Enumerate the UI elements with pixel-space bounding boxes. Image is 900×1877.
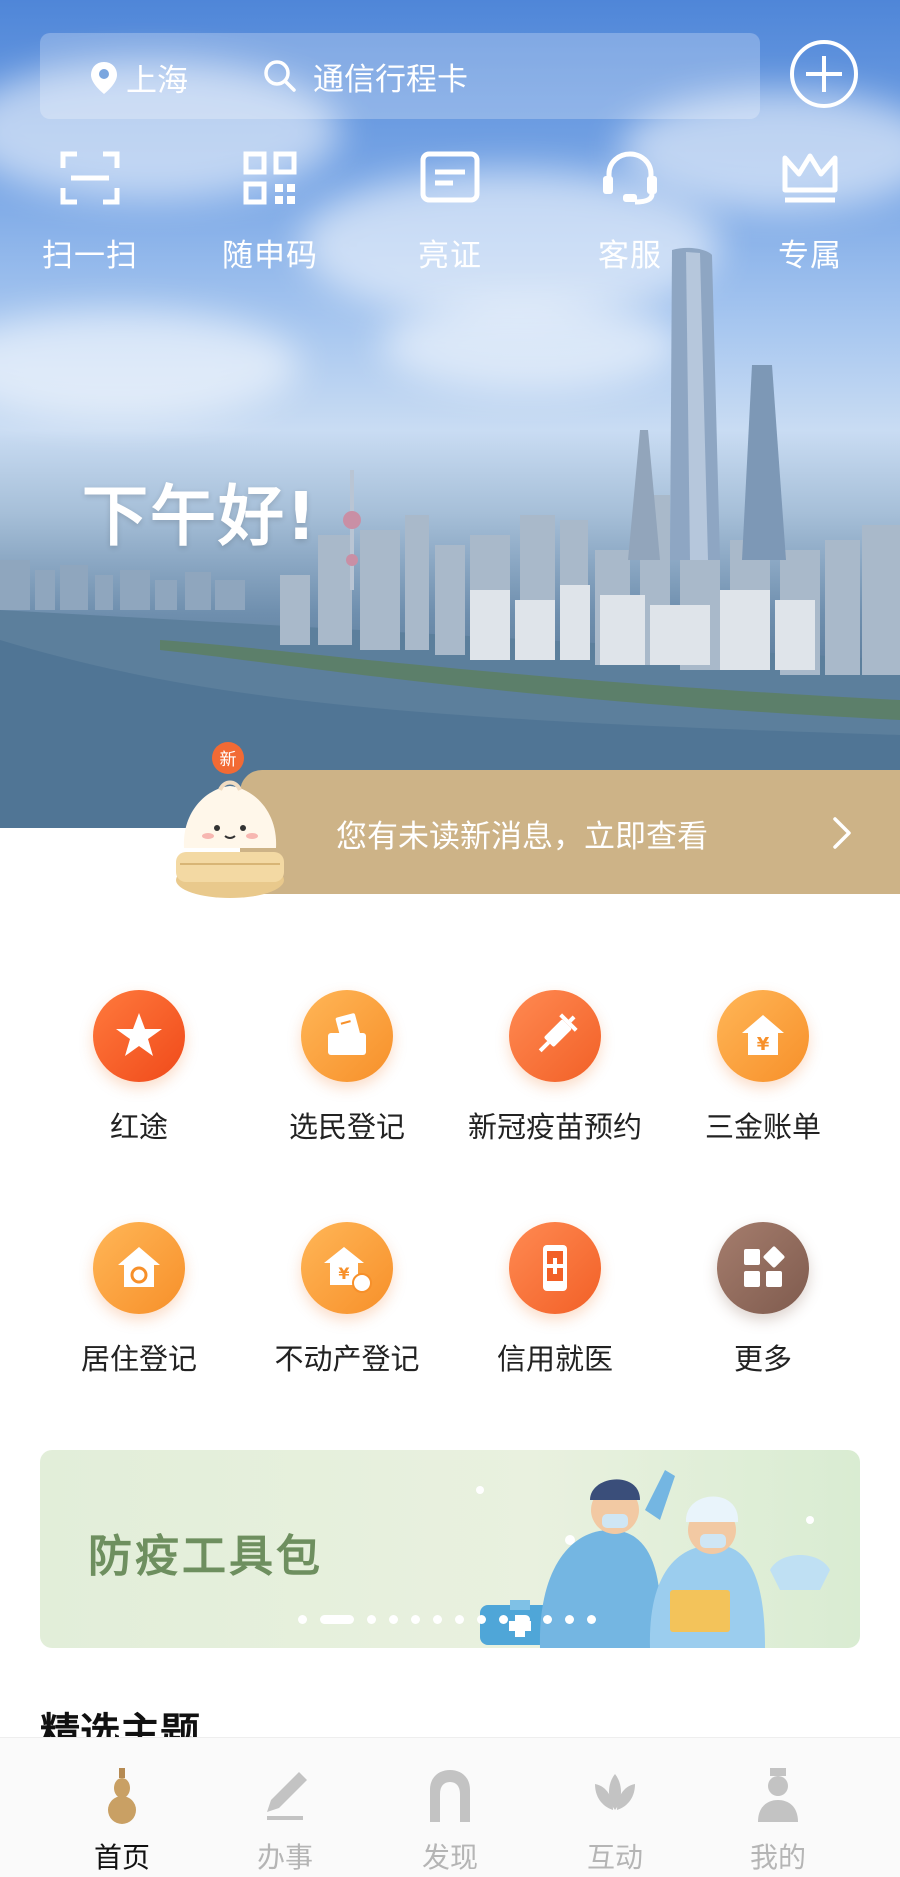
- city-skyline-image: [0, 247, 900, 828]
- carousel-dot[interactable]: [521, 1615, 530, 1624]
- service-more[interactable]: 更多: [659, 1222, 867, 1378]
- service-label: 新冠疫苗预约: [467, 1110, 642, 1144]
- quick-action-label: 客服: [598, 238, 662, 274]
- lotus-icon: [595, 1774, 635, 1810]
- tab-services[interactable]: 办事: [225, 1766, 345, 1876]
- quick-action-service[interactable]: 客服: [560, 150, 700, 275]
- service-label: 信用就医: [496, 1342, 613, 1376]
- tab-label: 我的: [749, 1841, 806, 1874]
- arch-icon: [430, 1770, 470, 1822]
- carousel-dot[interactable]: [587, 1615, 596, 1624]
- scan-icon: [60, 151, 120, 205]
- new-badge: 新: [220, 750, 237, 770]
- svg-text:¥: ¥: [757, 1034, 770, 1055]
- add-button[interactable]: [790, 40, 858, 108]
- property-icon: ¥: [324, 1247, 372, 1293]
- service-three-funds-bill[interactable]: ¥ 三金账单: [659, 990, 867, 1146]
- more-apps-icon: [744, 1246, 785, 1287]
- carousel-dot[interactable]: [411, 1615, 420, 1624]
- tab-label: 办事: [256, 1841, 313, 1874]
- service-label: 居住登记: [80, 1342, 197, 1376]
- svg-text:¥: ¥: [338, 1264, 349, 1283]
- carousel-indicator: [298, 1615, 596, 1624]
- search-placeholder: 通信行程卡: [313, 61, 468, 98]
- red-star-icon: [116, 1013, 162, 1056]
- service-real-estate-registration[interactable]: ¥ 不动产登记: [243, 1222, 451, 1378]
- tab-home[interactable]: 首页: [62, 1766, 182, 1876]
- tab-discover[interactable]: 发现: [390, 1766, 510, 1876]
- location-label: 上海: [126, 63, 188, 99]
- qr-code-icon: [243, 151, 297, 205]
- quick-action-qr[interactable]: 随申码: [200, 150, 340, 275]
- carousel-dot[interactable]: [565, 1615, 574, 1624]
- service-label: 选民登记: [288, 1110, 405, 1144]
- phone-medical-icon: [543, 1245, 567, 1291]
- greeting-text: 下午好!: [82, 478, 319, 555]
- bottom-tab-bar: 首页 办事 发现 互动 我的: [0, 1737, 900, 1877]
- service-vaccine-booking[interactable]: 新冠疫苗预约: [451, 990, 659, 1146]
- ballot-box-icon: [328, 1013, 366, 1055]
- quick-action-label: 亮证: [418, 238, 482, 274]
- location-selector[interactable]: 上海: [90, 55, 188, 100]
- carousel-dot[interactable]: [320, 1615, 354, 1624]
- carousel-dot[interactable]: [499, 1615, 508, 1624]
- chevron-right-icon: [833, 817, 851, 849]
- service-label: 三金账单: [704, 1110, 821, 1144]
- tab-label: 首页: [93, 1841, 150, 1874]
- quick-action-label: 随申码: [222, 238, 318, 274]
- carousel-dot[interactable]: [389, 1615, 398, 1624]
- service-credit-medical[interactable]: 信用就医: [451, 1222, 659, 1378]
- service-label: 不动产登记: [274, 1342, 420, 1376]
- headset-icon: [603, 151, 657, 205]
- tab-label: 发现: [421, 1841, 478, 1874]
- quick-action-exclusive[interactable]: 专属: [740, 150, 880, 275]
- service-residence-registration[interactable]: 居住登记: [35, 1222, 243, 1378]
- carousel-dot[interactable]: [477, 1615, 486, 1624]
- gourd-icon: [108, 1768, 136, 1824]
- unread-message-bar[interactable]: 您有未读新消息，立即查看: [240, 770, 900, 894]
- quick-action-id[interactable]: 亮证: [380, 150, 520, 275]
- location-pin-icon: [91, 61, 117, 94]
- hero-banner: 上海 通信行程卡 扫一扫 随申码 亮证 客服 专属 下午好!: [0, 0, 900, 828]
- syringe-icon: [538, 1013, 578, 1053]
- service-label: 红途: [109, 1110, 168, 1144]
- service-voter-registration[interactable]: 选民登记: [243, 990, 451, 1146]
- id-card-icon: [420, 151, 480, 203]
- quick-action-label: 扫一扫: [42, 238, 138, 274]
- banner-title: 防疫工具包: [88, 1531, 323, 1582]
- mascot-dumpling-icon: 新: [176, 742, 284, 898]
- house-yuan-icon: ¥: [742, 1015, 784, 1055]
- epidemic-toolkit-banner[interactable]: 防疫工具包: [40, 1450, 860, 1648]
- pen-nib-icon: [267, 1772, 307, 1820]
- tab-profile[interactable]: 我的: [718, 1766, 838, 1876]
- carousel-dot[interactable]: [298, 1615, 307, 1624]
- carousel-dot[interactable]: [455, 1615, 464, 1624]
- search-input[interactable]: 通信行程卡: [223, 33, 653, 119]
- carousel-dot[interactable]: [367, 1615, 376, 1624]
- search-icon: [264, 60, 296, 92]
- unread-message-text: 您有未读新消息，立即查看: [336, 819, 708, 855]
- carousel-dot[interactable]: [433, 1615, 442, 1624]
- quick-action-label: 专属: [778, 238, 842, 274]
- service-label: 更多: [733, 1342, 792, 1376]
- carousel-dot[interactable]: [543, 1615, 552, 1624]
- service-hongtu[interactable]: 红途: [35, 990, 243, 1146]
- home-icon: [118, 1247, 160, 1287]
- crown-icon: [782, 153, 838, 203]
- tab-interaction[interactable]: 互动: [555, 1766, 675, 1876]
- quick-action-scan[interactable]: 扫一扫: [20, 150, 160, 275]
- tab-label: 互动: [586, 1841, 643, 1874]
- person-icon: [758, 1768, 798, 1822]
- top-bar: 上海 通信行程卡: [40, 33, 760, 119]
